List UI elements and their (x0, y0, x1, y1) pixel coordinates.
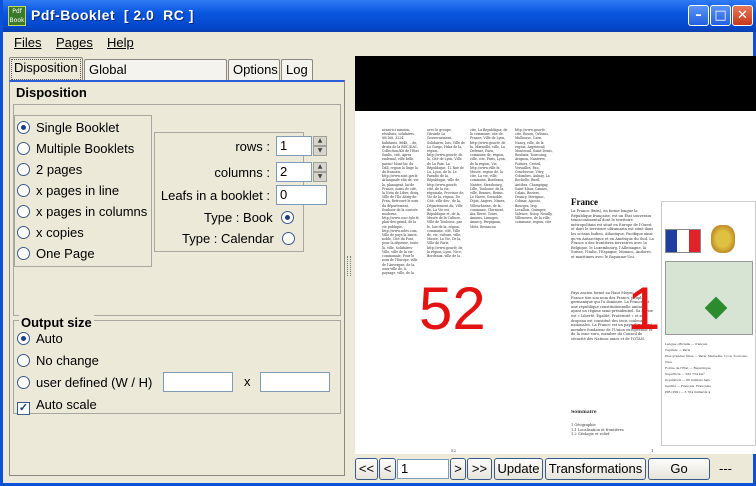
radio-one-page[interactable]: One Page (17, 245, 95, 263)
leafs-input[interactable]: 0 (276, 185, 327, 205)
columns-input[interactable]: 2 (276, 162, 312, 182)
window-title: Pdf-Booklet [ 2.0 RC ] (31, 7, 194, 23)
radio-indicator (17, 247, 30, 260)
preview-sheet: avant-ici mission, résultats, solidaires… (355, 111, 756, 454)
spin-down-icon[interactable]: ▼ (313, 172, 327, 182)
radio-pages-in-line[interactable]: x pages in line (17, 182, 119, 200)
radio-indicator (17, 205, 30, 218)
left-page-footer: 52 (451, 449, 457, 453)
maximize-button[interactable]: □ (710, 5, 731, 26)
columns-label: columns : (214, 165, 270, 180)
infobox-table: Langue officielle — français Capitale — P… (665, 342, 748, 394)
minimize-button[interactable]: – (688, 5, 709, 26)
columns-spinner[interactable]: ▲ ▼ (313, 162, 327, 182)
status-text: --- (719, 461, 732, 476)
radio-type-book[interactable]: Type : Book (204, 209, 300, 227)
checkmark-icon: ✓ (17, 402, 30, 415)
tab-options[interactable]: Options (228, 59, 280, 81)
auto-scale-checkbox[interactable]: ✓ Auto scale (17, 396, 97, 415)
radio-indicator (281, 232, 295, 245)
france-shape-icon (704, 296, 728, 320)
height-input[interactable] (260, 372, 330, 392)
rows-spinner[interactable]: ▲ ▼ (313, 136, 327, 156)
previous-page-button[interactable]: < (379, 458, 396, 480)
close-button[interactable]: ✕ (732, 5, 753, 26)
menu-help[interactable]: Help (107, 35, 134, 50)
maximize-icon: □ (714, 8, 727, 23)
update-button[interactable]: Update (494, 458, 543, 480)
flag-stripe-white (677, 230, 689, 252)
leafs-label: Leafs in a booklet : (160, 188, 270, 203)
spin-up-icon[interactable]: ▲ (313, 162, 327, 172)
menu-pages[interactable]: Pages (56, 35, 93, 50)
left-page-number: 52 (419, 275, 486, 342)
summary-heading: Sommaire (571, 410, 597, 415)
radio-indicator (17, 163, 30, 176)
radio-auto[interactable]: Auto (17, 330, 63, 348)
rows-input[interactable]: 1 (276, 136, 312, 156)
close-icon: ✕ (737, 8, 748, 23)
last-page-button[interactable]: >> (467, 458, 492, 480)
first-page-button[interactable]: << (355, 458, 378, 480)
output-size-heading: Output size (19, 315, 94, 330)
radio-indicator (17, 226, 30, 239)
radio-no-change[interactable]: No change (17, 352, 99, 370)
radio-pages-in-columns[interactable]: x pages in columns (17, 203, 147, 221)
rows-label: rows : (235, 139, 270, 154)
tab-disposition[interactable]: Disposition (9, 57, 83, 82)
page-number-input[interactable]: 1 (397, 459, 449, 479)
summary-list: 1 Géographie 1.1 Localisation et frontièr… (571, 423, 624, 437)
minimize-icon: – (695, 8, 702, 23)
app-window: Pdf Book Pdf-Booklet [ 2.0 RC ] – □ ✕ Fil… (0, 0, 756, 486)
radio-indicator (280, 211, 294, 224)
right-page-number: 1 (627, 275, 661, 342)
radio-copies[interactable]: x copies (17, 224, 84, 242)
width-input[interactable] (163, 372, 233, 392)
radio-user-defined[interactable]: user defined (W / H) (17, 374, 152, 392)
tab-global-transformations[interactable]: Global Transformations (84, 59, 227, 97)
flag-stripe-red (688, 230, 700, 252)
transformations-button[interactable]: Transformations (545, 458, 646, 480)
disposition-heading: Disposition (16, 85, 87, 100)
radio-indicator (17, 376, 30, 389)
menu-files[interactable]: Files (14, 35, 41, 50)
next-page-button[interactable]: > (450, 458, 466, 480)
radio-multiple-booklets[interactable]: Multiple Booklets (17, 140, 134, 158)
radio-indicator (17, 354, 30, 367)
right-page-footer: 1 (651, 449, 654, 453)
text-column: avant-ici mission, résultats, solidaires… (382, 128, 420, 275)
size-separator: x (244, 374, 251, 389)
spin-up-icon[interactable]: ▲ (313, 136, 327, 146)
navigation-bar: << < 1 > >> Update Transformations Go --… (355, 458, 756, 480)
radio-single-booklet[interactable]: Single Booklet (17, 119, 119, 137)
app-icon: Pdf Book (8, 6, 26, 26)
text-column: http://www.gouv.fr, cite, Rouen, Orleans… (515, 128, 553, 225)
location-map (665, 261, 753, 335)
radio-indicator (17, 332, 30, 345)
title-bar[interactable]: Pdf Book Pdf-Booklet [ 2.0 RC ] – □ ✕ (3, 0, 756, 32)
radio-indicator (17, 184, 30, 197)
go-button[interactable]: Go (648, 458, 710, 480)
booklet-preview[interactable]: avant-ici mission, résultats, solidaires… (355, 56, 756, 454)
radio-2-pages[interactable]: 2 pages (17, 161, 82, 179)
france-flag (665, 229, 701, 253)
spin-down-icon[interactable]: ▼ (313, 146, 327, 156)
radio-indicator (17, 121, 30, 134)
radio-type-calendar[interactable]: Type : Calendar (182, 230, 301, 248)
settings-panel: Disposition Global Transformations Optio… (6, 56, 345, 480)
preview-panel: avant-ici mission, résultats, solidaires… (352, 56, 756, 480)
disposition-panel: Disposition Single Booklet Multiple Book… (9, 80, 345, 476)
splitter-grip-icon[interactable] (347, 256, 351, 276)
flag-stripe-blue (666, 230, 678, 252)
tab-log[interactable]: Log (281, 59, 313, 81)
coat-of-arms-icon (711, 225, 735, 253)
article-title: France (571, 197, 598, 207)
menu-bar: Files Pages Help (3, 32, 753, 54)
radio-indicator (17, 142, 30, 155)
